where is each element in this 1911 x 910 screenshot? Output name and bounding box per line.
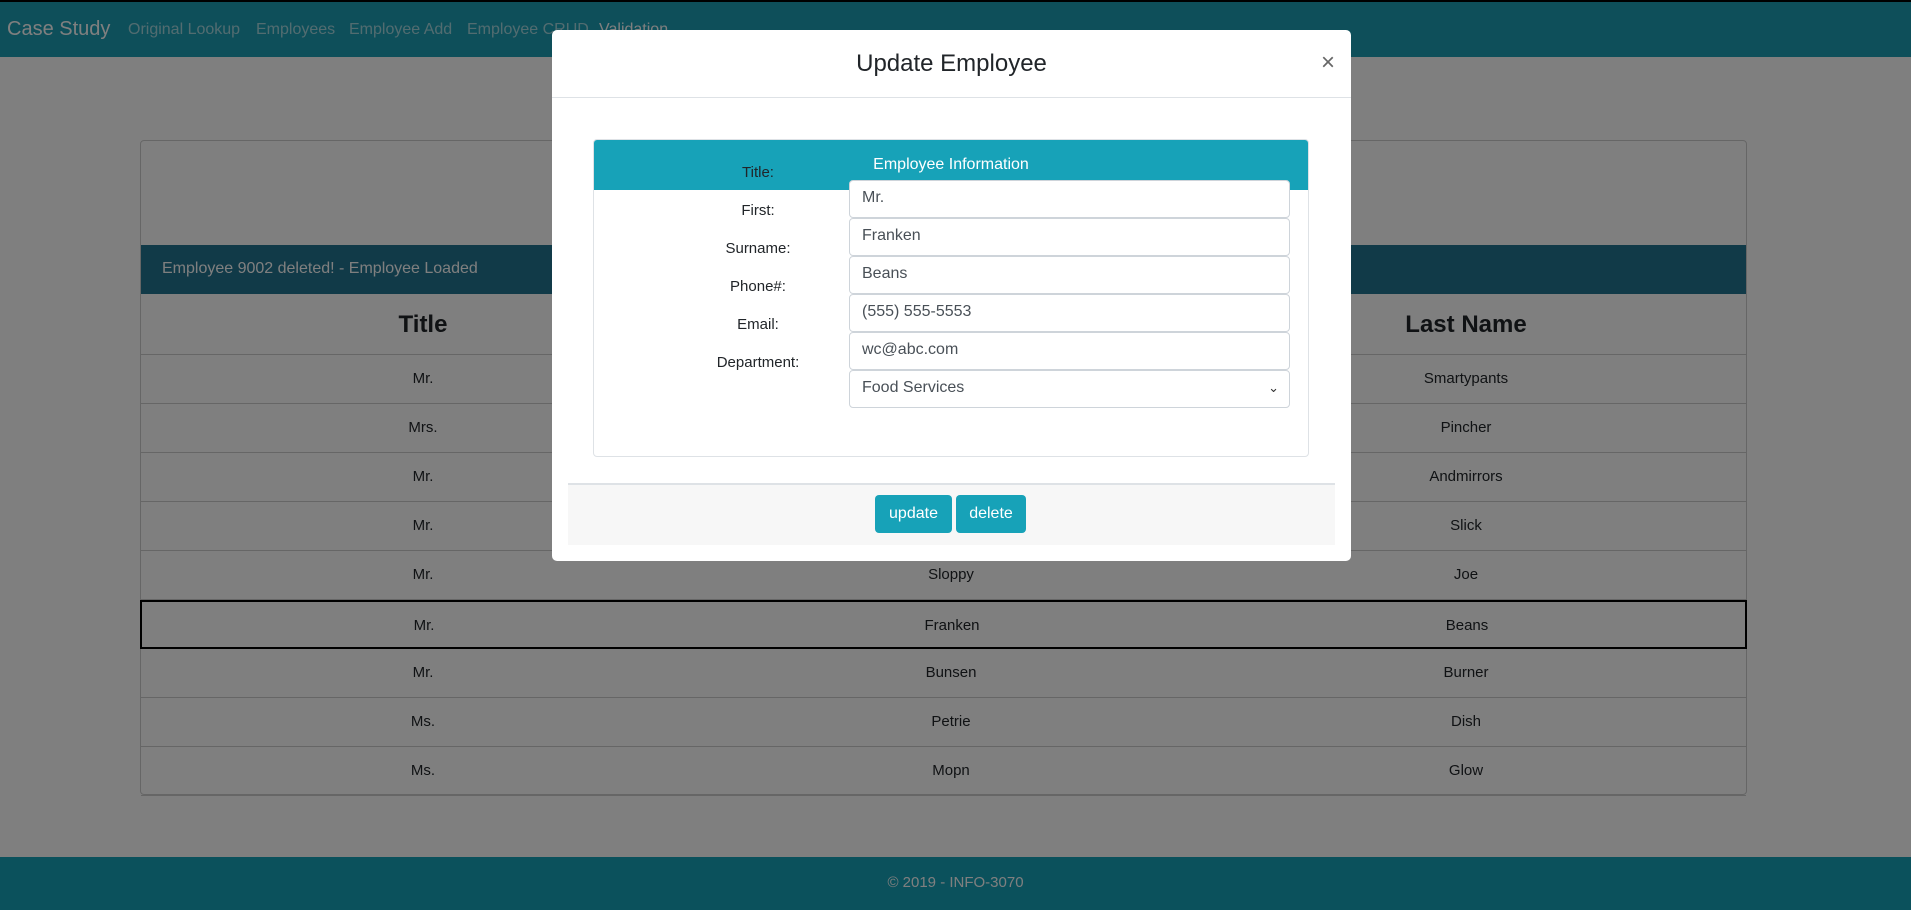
field-label: Email: <box>737 316 779 333</box>
email-input[interactable]: wc@abc.com <box>849 332 1290 370</box>
field-label: Surname: <box>725 240 791 257</box>
field-value: Food Services <box>862 379 965 396</box>
field-label: Phone#: <box>730 278 786 295</box>
field-label: Department: <box>716 354 800 371</box>
title-input[interactable]: Mr. <box>849 180 1290 218</box>
field-value: (555) 555-5553 <box>862 303 972 320</box>
phone-input[interactable]: (555) 555-5553 <box>849 294 1290 332</box>
employee-info-card: Employee Information Title: Mr. First: Fran… <box>593 139 1309 457</box>
modal-title: Update Employee <box>552 30 1351 98</box>
field-label: Title: <box>742 164 774 181</box>
delete-button[interactable]: delete <box>956 495 1026 533</box>
update-employee-modal: Update Employee × Employee Information T… <box>552 30 1351 561</box>
field-value: Mr. <box>862 189 885 206</box>
surname-input[interactable]: Beans <box>849 256 1290 294</box>
close-icon[interactable]: × <box>1321 49 1335 77</box>
update-button[interactable]: update <box>875 495 952 533</box>
first-name-input[interactable]: Franken <box>849 218 1290 256</box>
chevron-down-icon: ⌄ <box>1268 380 1279 395</box>
modal-footer: update delete <box>568 483 1335 545</box>
field-label: First: <box>741 202 775 219</box>
field-value: wc@abc.com <box>862 341 959 358</box>
field-value: Beans <box>862 265 908 282</box>
field-value: Franken <box>862 227 921 244</box>
department-select[interactable]: Food Services ⌄ <box>849 370 1290 408</box>
